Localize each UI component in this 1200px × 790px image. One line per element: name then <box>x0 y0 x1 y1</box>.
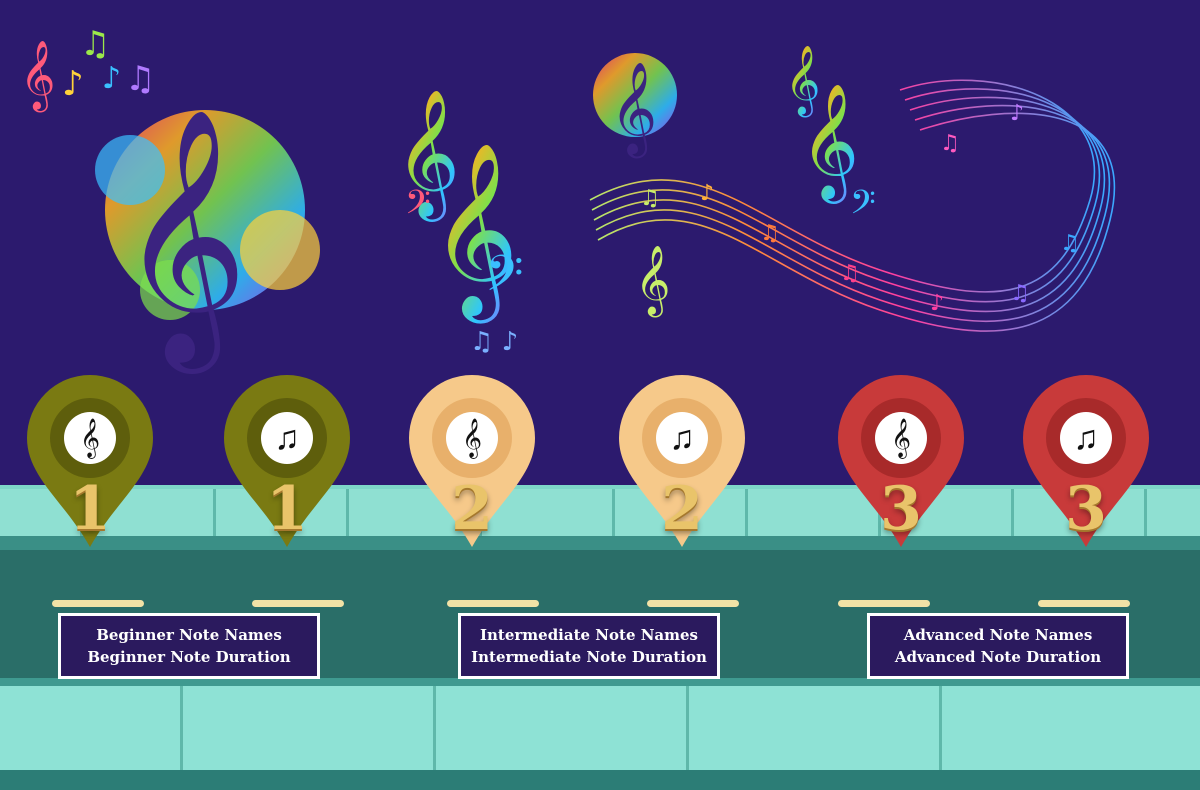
level-1-label[interactable]: Beginner Note Names Beginner Note Durati… <box>58 613 320 679</box>
treble-clef-staff-icon: 𝄞 <box>64 412 116 464</box>
svg-text:♪: ♪ <box>62 64 84 104</box>
bottom-strip <box>0 770 1200 790</box>
rainbow-clef-notes-icon: 𝄞 𝄞 𝄢 𝄢 ♫ ♪ <box>395 88 524 357</box>
level-1-pin[interactable]: 𝄞 1 <box>25 372 155 552</box>
bottom-curb <box>0 678 1200 686</box>
svg-text:𝄞: 𝄞 <box>635 245 670 317</box>
level-title: Beginner Note Names <box>96 626 282 644</box>
level-2-pin[interactable]: ♫ 2 <box>617 372 747 552</box>
treble-clef-staff-icon: 𝄞 <box>446 412 498 464</box>
colorful-notes-icon: 𝄞 ♪ ♫ ♪ ♫ <box>20 24 155 112</box>
svg-text:♫: ♫ <box>640 186 660 211</box>
svg-text:♫: ♫ <box>125 59 155 99</box>
top-curb <box>0 536 1200 550</box>
svg-text:♪: ♪ <box>930 291 944 316</box>
music-notes-icon: ♫ <box>656 412 708 464</box>
level-number: 1 <box>266 474 308 544</box>
level-1-pin[interactable]: ♫ 1 <box>222 372 352 552</box>
level-3-label[interactable]: Advanced Note Names Advanced Note Durati… <box>867 613 1129 679</box>
road-marking <box>838 600 930 607</box>
svg-text:♫: ♫ <box>760 221 780 246</box>
svg-text:𝄞: 𝄞 <box>20 40 55 112</box>
level-3-pin[interactable]: 𝄞 3 <box>836 372 966 552</box>
level-2-label[interactable]: Intermediate Note Names Intermediate Not… <box>458 613 720 679</box>
svg-text:♪: ♪ <box>700 181 714 206</box>
road-marking <box>647 600 739 607</box>
level-number: 3 <box>880 474 922 544</box>
level-number: 2 <box>661 474 703 544</box>
svg-text:♫: ♫ <box>1060 231 1080 256</box>
road-marking <box>1038 600 1130 607</box>
svg-text:♫ ♪: ♫ ♪ <box>470 327 518 357</box>
level-subtitle: Advanced Note Duration <box>894 648 1102 666</box>
svg-text:𝄢: 𝄢 <box>850 184 876 230</box>
level-number: 2 <box>451 474 493 544</box>
treble-clef-splash-icon: 𝄞 <box>95 106 320 374</box>
level-title: Intermediate Note Names <box>479 626 698 644</box>
level-subtitle: Intermediate Note Duration <box>471 648 707 666</box>
music-notes-icon: ♫ <box>261 412 313 464</box>
svg-text:𝄞: 𝄞 <box>610 61 657 158</box>
svg-text:𝄢: 𝄢 <box>405 184 431 230</box>
svg-text:𝄢: 𝄢 <box>485 245 524 315</box>
music-notes-icon: ♫ <box>1060 412 1112 464</box>
level-2-pin[interactable]: 𝄞 2 <box>407 372 537 552</box>
road-marking <box>252 600 344 607</box>
level-number: 1 <box>69 474 111 544</box>
svg-text:𝄞: 𝄞 <box>118 106 248 374</box>
level-3-pin[interactable]: ♫ 3 <box>1021 372 1151 552</box>
road-marking <box>52 600 144 607</box>
level-number: 3 <box>1065 474 1107 544</box>
music-decoration: 𝄞 ♪ ♫ ♪ ♫ 𝄞 𝄞 𝄞 𝄢 𝄢 ♫ ♪ 𝄞 ♫ ♪ ♫ ♫ ♪ ♫ ♫ … <box>20 24 1116 374</box>
svg-text:♫: ♫ <box>1010 281 1030 306</box>
svg-text:♫: ♫ <box>940 131 960 156</box>
level-subtitle: Beginner Note Duration <box>87 648 291 666</box>
treble-clef-staff-icon: 𝄞 <box>875 412 927 464</box>
svg-text:♪: ♪ <box>1010 101 1024 126</box>
level-title: Advanced Note Names <box>903 626 1093 644</box>
svg-text:♪: ♪ <box>102 61 121 96</box>
svg-text:♫: ♫ <box>840 261 860 286</box>
svg-text:♫: ♫ <box>80 24 110 64</box>
road-marking <box>447 600 539 607</box>
